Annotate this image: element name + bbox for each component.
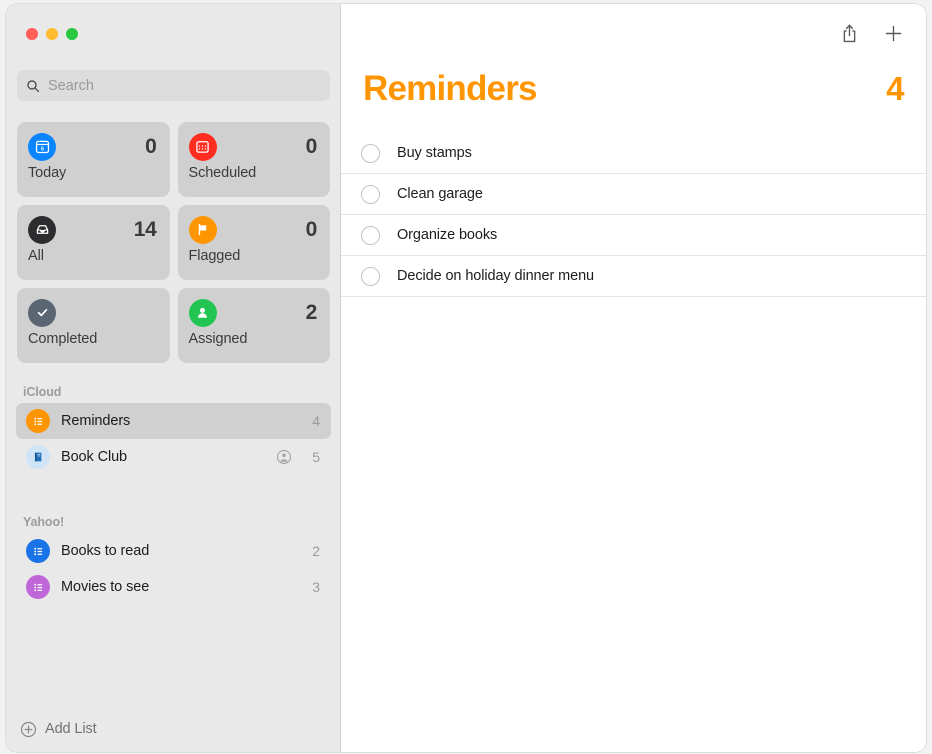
smart-list-label: Scheduled (188, 165, 257, 181)
inbox-tray-icon (28, 215, 56, 244)
close-button[interactable] (26, 28, 38, 40)
search-icon (26, 79, 40, 93)
reminder-title: Buy stamps (397, 145, 472, 161)
sidebar-item-count: 4 (312, 413, 320, 429)
smart-list-count: 14 (133, 217, 157, 241)
checkmark-icon (28, 298, 56, 327)
calendar-grid-icon (188, 132, 217, 161)
flag-icon (188, 215, 217, 244)
sidebar-item-count: 2 (312, 543, 320, 559)
sidebar-item-count: 3 (312, 579, 320, 595)
reminder-checkbox[interactable] (361, 143, 380, 163)
maximize-button[interactable] (66, 28, 78, 40)
person-icon (188, 298, 217, 327)
smart-lists-grid: 6 0 Today 0 Scheduled 14 All 0 Flagged C… (17, 122, 330, 363)
smart-list-count: 0 (145, 134, 157, 158)
search-field[interactable] (17, 70, 330, 101)
sidebar-item-label: Books to read (61, 543, 150, 559)
smart-list-label: All (28, 248, 44, 264)
minimize-button[interactable] (46, 28, 58, 40)
plus-circle-icon (20, 721, 37, 738)
sidebar-item-reminders[interactable]: Reminders 4 (16, 403, 331, 439)
main-content: Reminders 4 Buy stamps Clean garage Orga… (341, 4, 926, 752)
main-toolbar (838, 22, 904, 44)
reminders-list: Buy stamps Clean garage Organize books D… (341, 133, 926, 297)
book-icon (26, 445, 50, 469)
reminder-row[interactable]: Buy stamps (341, 133, 926, 174)
smart-list-scheduled[interactable]: 0 Scheduled (177, 122, 330, 197)
smart-list-count: 0 (305, 217, 318, 241)
sidebar: 6 0 Today (6, 4, 341, 752)
list-group-icloud: iCloud Reminders 4 Book Club 5 (6, 385, 341, 475)
smart-list-count: 2 (305, 300, 318, 324)
smart-list-today[interactable]: 6 0 Today (17, 122, 170, 197)
svg-text:6: 6 (41, 146, 44, 152)
smart-list-label: Flagged (188, 248, 241, 264)
reminder-row[interactable]: Decide on holiday dinner menu (341, 256, 926, 297)
smart-list-label: Completed (28, 331, 98, 347)
group-title: Yahoo! (23, 515, 65, 529)
add-list-button[interactable]: Add List (6, 706, 341, 752)
smart-list-assigned[interactable]: 2 Assigned (177, 288, 330, 363)
smart-list-count: 0 (305, 134, 318, 158)
traffic-lights (26, 28, 78, 40)
smart-list-all[interactable]: 14 All (17, 205, 170, 280)
reminder-title: Clean garage (397, 186, 483, 202)
add-list-label: Add List (45, 721, 97, 737)
list-bullets-icon (26, 575, 50, 599)
smart-list-label: Assigned (188, 331, 248, 347)
search-input[interactable] (48, 77, 321, 94)
smart-list-flagged[interactable]: 0 Flagged (177, 205, 330, 280)
reminder-checkbox[interactable] (361, 225, 380, 245)
smart-list-completed[interactable]: Completed (17, 288, 170, 363)
page-count: 4 (886, 70, 904, 107)
reminder-row[interactable]: Organize books (341, 215, 926, 256)
smart-list-label: Today (28, 165, 67, 181)
group-title: iCloud (23, 385, 62, 399)
sidebar-item-label: Reminders (61, 413, 131, 429)
reminder-checkbox[interactable] (361, 184, 380, 204)
reminder-row[interactable]: Clean garage (341, 174, 926, 215)
sidebar-item-books-to-read[interactable]: Books to read 2 (16, 533, 331, 569)
sidebar-item-book-club[interactable]: Book Club 5 (16, 439, 331, 475)
share-button[interactable] (838, 22, 860, 44)
sidebar-item-label: Book Club (61, 449, 127, 465)
sidebar-item-count: 5 (312, 449, 320, 465)
add-reminder-button[interactable] (882, 22, 904, 44)
list-header: Reminders 4 (363, 69, 904, 109)
reminder-title: Decide on holiday dinner menu (397, 268, 595, 284)
reminder-title: Organize books (397, 227, 498, 243)
list-bullets-icon (26, 539, 50, 563)
calendar-day-icon: 6 (28, 132, 56, 161)
list-group-yahoo: Yahoo! Books to read 2 Movies to see 3 (6, 515, 341, 605)
reminders-window: 6 0 Today (6, 4, 926, 752)
list-bullets-icon (26, 409, 50, 433)
page-title: Reminders (363, 69, 538, 108)
reminder-checkbox[interactable] (361, 266, 380, 286)
sidebar-item-label: Movies to see (61, 579, 150, 595)
shared-list-icon (276, 449, 292, 465)
sidebar-item-movies-to-see[interactable]: Movies to see 3 (16, 569, 331, 605)
